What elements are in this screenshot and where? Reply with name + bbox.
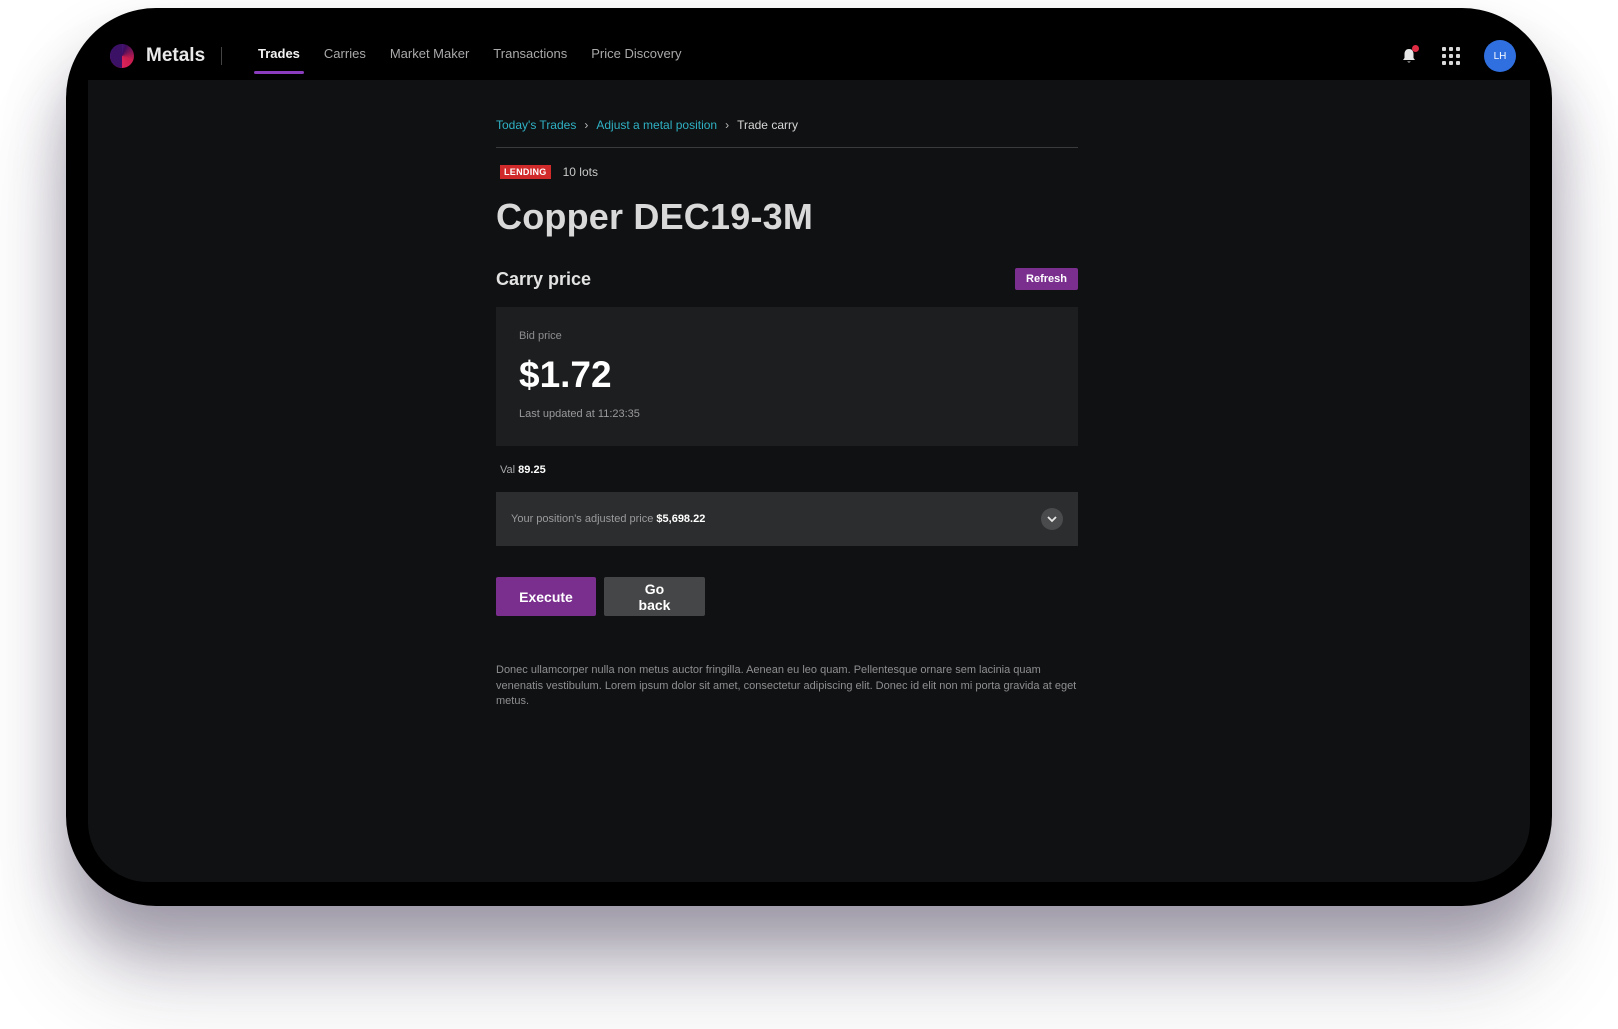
nav-link-carries[interactable]: Carries [312, 46, 378, 61]
lots-count: 10 lots [562, 165, 598, 179]
val-label: Val [500, 464, 516, 476]
app-name: Metals [146, 45, 206, 66]
adjusted-price-panel[interactable]: Your position's adjusted price $5,698.22 [496, 492, 1078, 546]
breadcrumb-current: Trade carry [737, 118, 798, 132]
val-value: 89.25 [518, 464, 546, 476]
nav-link-price-discovery[interactable]: Price Discovery [579, 46, 693, 61]
page-title: Copper DEC19-3M [496, 196, 814, 237]
metals-logo-icon [110, 44, 134, 68]
user-avatar[interactable]: LH [1484, 40, 1516, 72]
nav-link-transactions[interactable]: Transactions [481, 46, 579, 61]
nav-links: Trades Carries Market Maker Transactions… [246, 46, 694, 74]
main-screen: Today's Trades › Adjust a metal position… [88, 80, 1530, 882]
bid-price-card: Bid price $1.72 Last updated at 11:23:35 [496, 307, 1078, 446]
chevron-right-icon: › [725, 118, 730, 132]
last-updated: Last updated at 11:23:35 [519, 408, 640, 420]
bid-price-label: Bid price [519, 330, 562, 342]
refresh-button[interactable]: Refresh [1015, 268, 1078, 290]
notification-dot [1412, 45, 1419, 52]
notifications-bell-icon[interactable] [1400, 45, 1419, 65]
trade-carry-content: Today's Trades › Adjust a metal position… [496, 116, 1078, 710]
go-back-button[interactable]: Go back [604, 577, 705, 616]
bid-price-value: $1.72 [519, 354, 612, 395]
nav-actions: LH [1400, 40, 1516, 72]
execute-button[interactable]: Execute [496, 577, 596, 616]
breadcrumb: Today's Trades › Adjust a metal position… [496, 116, 1078, 134]
val-row: Val 89.25 [500, 464, 1078, 476]
brand[interactable]: Metals [110, 44, 223, 68]
nav-link-trades[interactable]: Trades [246, 46, 312, 74]
chevron-down-icon[interactable] [1041, 508, 1063, 530]
adjusted-price-value: $5,698.22 [656, 513, 706, 525]
adjusted-price-label: Your position's adjusted price [511, 513, 654, 525]
lending-badge: LENDING [500, 165, 551, 179]
adjusted-price-text: Your position's adjusted price $5,698.22 [511, 513, 705, 525]
nav-link-market-maker[interactable]: Market Maker [378, 46, 481, 61]
top-nav: Metals Trades Carries Market Maker Trans… [66, 8, 1552, 80]
carry-price-heading: Carry price [496, 268, 592, 289]
carry-price-header: Carry price Refresh [496, 268, 1078, 290]
apps-grid-icon[interactable] [1442, 47, 1460, 65]
description-text: Donec ullamcorper nulla non metus auctor… [496, 664, 1077, 707]
breadcrumb-adjust-position[interactable]: Adjust a metal position [596, 118, 717, 132]
chevron-right-icon: › [584, 118, 589, 132]
device-frame: Metals Trades Carries Market Maker Trans… [66, 8, 1552, 906]
header-divider [496, 147, 1078, 148]
trade-meta: LENDING 10 lots [500, 165, 1078, 179]
brand-divider [221, 47, 223, 65]
breadcrumb-todays-trades[interactable]: Today's Trades [496, 118, 576, 132]
action-buttons: Execute Go back [496, 577, 1078, 616]
